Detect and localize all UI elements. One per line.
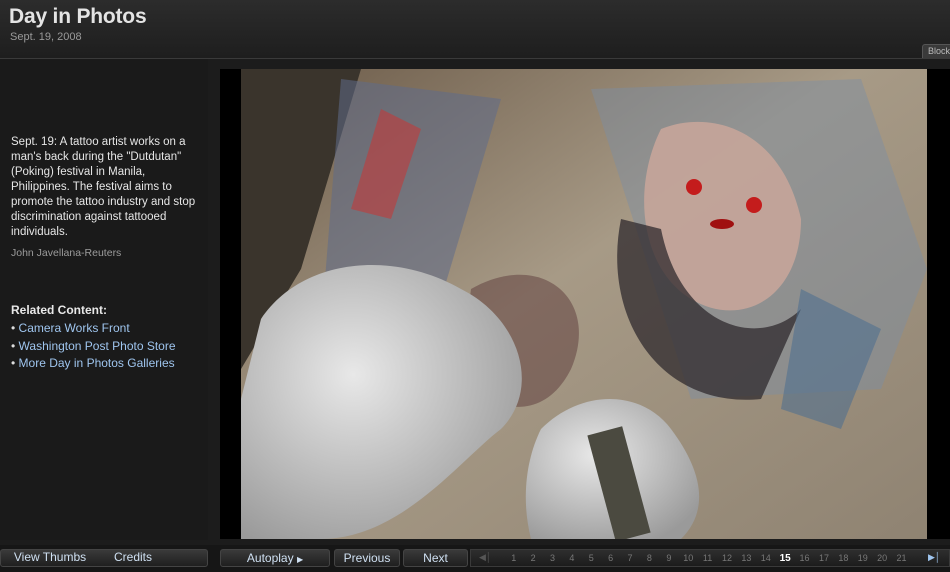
page-link[interactable]: 21	[892, 553, 911, 563]
credits-button[interactable]: Credits	[104, 549, 162, 567]
page-link[interactable]: 19	[853, 553, 872, 563]
page-title: Day in Photos	[9, 5, 147, 28]
page-link[interactable]: 4	[562, 553, 581, 563]
page-link[interactable]: 17	[814, 553, 833, 563]
page-link[interactable]: 13	[737, 553, 756, 563]
page-link[interactable]: 14	[756, 553, 775, 563]
header: Day in Photos Sept. 19, 2008	[0, 0, 950, 59]
play-arrow-icon: ▶	[296, 555, 304, 564]
page-link[interactable]: 7	[620, 553, 639, 563]
next-button[interactable]: Next	[403, 549, 468, 567]
page-link[interactable]: 2	[523, 553, 542, 563]
photo-caption: Sept. 19: A tattoo artist works on a man…	[11, 136, 196, 238]
autoplay-label: Autoplay	[246, 551, 294, 565]
page-link[interactable]: 1	[504, 553, 523, 563]
related-link-photo-store[interactable]: Washington Post Photo Store	[19, 339, 176, 353]
previous-button[interactable]: Previous	[334, 549, 400, 567]
page-link[interactable]: 16	[795, 553, 814, 563]
page-link[interactable]: 18	[834, 553, 853, 563]
page-link[interactable]: 8	[640, 553, 659, 563]
page-link[interactable]: 3	[543, 553, 562, 563]
page-numbers: 1 2 3 4 5 6 7 8 9 10 11 12 13 14 15 16 1…	[504, 549, 911, 567]
page-link[interactable]: 10	[679, 553, 698, 563]
main-photo[interactable]	[241, 69, 927, 539]
photo-frame	[220, 69, 950, 539]
page-link[interactable]: 11	[698, 553, 717, 563]
related-item: • Camera Works Front	[11, 321, 130, 335]
related-link-more-galleries[interactable]: More Day in Photos Galleries	[19, 356, 175, 370]
related-links: • Camera Works Front • Washington Post P…	[11, 320, 176, 373]
first-page-icon[interactable]: ◀│	[479, 552, 492, 563]
page-link[interactable]: 12	[717, 553, 736, 563]
page-link-current[interactable]: 15	[775, 553, 794, 564]
page-link[interactable]: 20	[872, 553, 891, 563]
page-link[interactable]: 5	[582, 553, 601, 563]
sidebar	[0, 59, 208, 540]
page-link[interactable]: 9	[659, 553, 678, 563]
related-item: • Washington Post Photo Store	[11, 338, 176, 353]
photo-credit: John Javellana-Reuters	[11, 247, 122, 259]
autoplay-button[interactable]: Autoplay ▶	[220, 549, 330, 567]
page-date: Sept. 19, 2008	[10, 31, 82, 43]
block-tab[interactable]: Block	[922, 44, 950, 58]
related-link-camera-works[interactable]: Camera Works Front	[19, 321, 130, 335]
last-page-icon[interactable]: ▶│	[928, 552, 941, 563]
related-heading: Related Content:	[11, 303, 107, 317]
view-thumbs-button[interactable]: View Thumbs	[2, 549, 98, 567]
credits-label: Credits	[113, 550, 152, 564]
page-link[interactable]: 6	[601, 553, 620, 563]
related-item: • More Day in Photos Galleries	[11, 356, 175, 370]
tattoo-photo-image	[241, 69, 927, 539]
